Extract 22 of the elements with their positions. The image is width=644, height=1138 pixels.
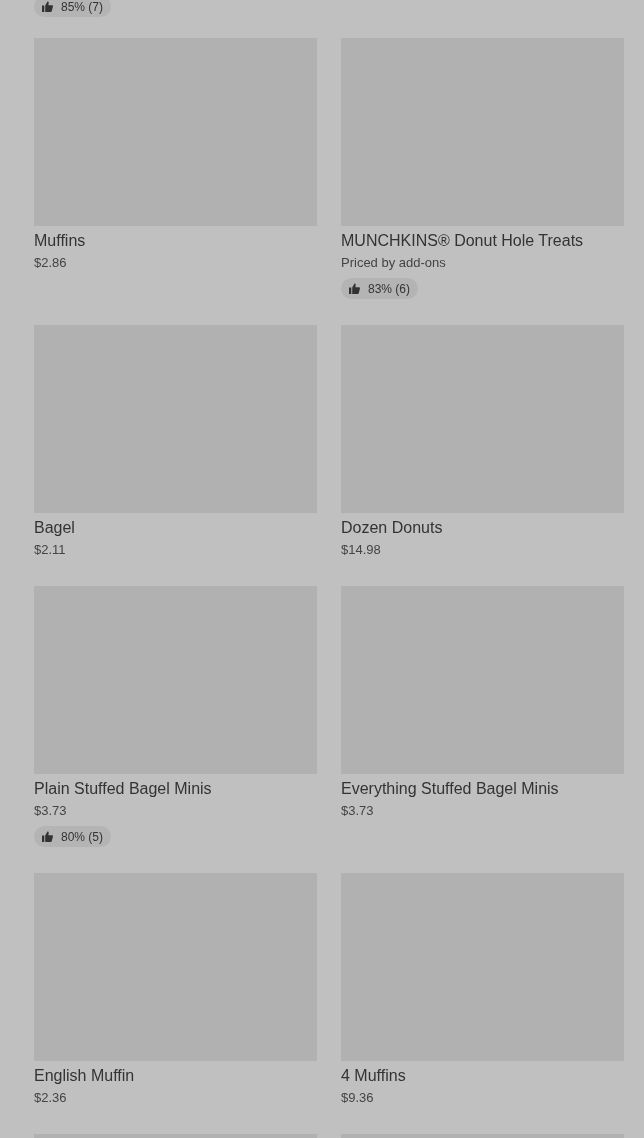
rating-badge: 83% (6) bbox=[341, 278, 419, 299]
item-price: $3.73 bbox=[341, 802, 374, 820]
rating-badge: 80% (5) bbox=[34, 826, 112, 847]
thumbs-up-icon bbox=[349, 283, 360, 294]
item-price: Priced by add-ons bbox=[341, 254, 446, 272]
item-name[interactable]: Muffins bbox=[34, 230, 86, 252]
thumbs-up-icon bbox=[42, 1, 53, 12]
item-price: $14.98 bbox=[341, 541, 381, 559]
item-price: $2.86 bbox=[34, 254, 67, 272]
item-price: $2.36 bbox=[34, 1089, 67, 1107]
rating-badge: 85% (7) bbox=[34, 0, 112, 17]
item-price: $9.36 bbox=[341, 1089, 374, 1107]
item-name[interactable]: Plain Stuffed Bagel Minis bbox=[34, 778, 212, 800]
item-name[interactable]: 4 Muffins bbox=[341, 1065, 406, 1087]
item-name[interactable]: Bagel bbox=[34, 517, 75, 539]
item-price: $3.73 bbox=[34, 802, 67, 820]
thumbs-up-icon bbox=[42, 831, 53, 842]
item-name[interactable]: Dozen Donuts bbox=[341, 517, 443, 539]
item-name[interactable]: Everything Stuffed Bagel Minis bbox=[341, 778, 559, 800]
item-name[interactable]: English Muffin bbox=[34, 1065, 135, 1087]
item-name[interactable]: MUNCHKINS® Donut Hole Treats bbox=[341, 230, 584, 252]
item-price: $2.11 bbox=[34, 541, 66, 559]
